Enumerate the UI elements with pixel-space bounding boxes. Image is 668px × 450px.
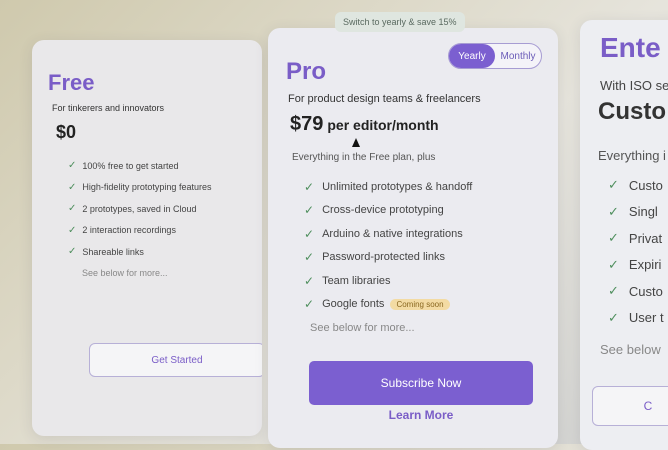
free-feature-list: ✓ 100% free to get started ✓ High-fidelity… [68, 155, 211, 263]
feature-item: ✓ 2 prototypes, saved in Cloud [68, 203, 197, 215]
free-plan-price: $0 [56, 122, 77, 142]
coming-soon-badge: Coming soon [390, 298, 450, 310]
enterprise-plan-price: Custo [598, 98, 666, 125]
enterprise-plan-tagline: With ISO se [600, 78, 668, 93]
check-icon: ✓ [68, 181, 77, 193]
mouse-cursor-icon [352, 138, 360, 147]
pro-plan-card: Pro Yearly Monthly For product design te… [268, 28, 558, 448]
enterprise-feature-list: ✓ Custo ✓ Singl ✓ Privat ✓ Expiri ✓ Custo ✓ Us… [608, 172, 664, 331]
feature-item: ✓ High-fidelity prototyping features [68, 181, 212, 193]
check-icon: ✓ [304, 179, 315, 194]
pro-plan-intro: Everything in the Free plan, plus [292, 152, 436, 163]
free-plan-title: Free [48, 70, 95, 95]
feature-item: ✓ Arduino & native integrations [304, 226, 463, 241]
feature-item: ✓ Privat [608, 230, 663, 246]
enterprise-see-more-link[interactable]: See below [600, 342, 661, 357]
check-icon: ✓ [608, 256, 619, 272]
pro-feature-list: ✓ Unlimited prototypes & handoff ✓ Cross-d… [304, 175, 472, 316]
enterprise-contact-button[interactable]: C [592, 386, 668, 426]
enterprise-plan-card: Ente With ISO se Custo Everything i ✓ Cus… [580, 20, 668, 450]
feature-item: ✓ Expiri [608, 256, 662, 273]
check-icon: ✓ [608, 177, 619, 193]
pro-price-amount: $79 [290, 113, 324, 135]
check-icon: ✓ [304, 250, 315, 265]
check-icon: ✓ [304, 226, 315, 241]
subscribe-now-button[interactable]: Subscribe Now [309, 361, 533, 405]
pro-see-more-link[interactable]: See below for more... [310, 322, 415, 334]
check-icon: ✓ [304, 297, 315, 312]
free-plan-tagline: For tinkerers and innovators [52, 103, 165, 113]
check-icon: ✓ [608, 230, 619, 246]
check-icon: ✓ [68, 160, 77, 172]
billing-period-toggle[interactable]: Yearly Monthly [448, 43, 542, 69]
pro-price-unit: per editor/month [327, 117, 439, 133]
check-icon: ✓ [608, 283, 619, 299]
pro-plan-title: Pro [286, 58, 327, 85]
feature-item: ✓ Cross-device prototyping [304, 203, 444, 218]
toggle-monthly[interactable]: Monthly [495, 44, 541, 68]
yearly-savings-note: Switch to yearly & save 15% [335, 12, 465, 32]
feature-item: ✓ Google fonts Coming soon [304, 293, 472, 317]
check-icon: ✓ [68, 224, 77, 236]
check-icon: ✓ [608, 203, 619, 219]
enterprise-plan-title: Ente [600, 32, 661, 63]
get-started-button[interactable]: Get Started [89, 343, 262, 377]
feature-item: ✓ Singl [608, 203, 658, 220]
free-see-more-link[interactable]: See below for more... [82, 268, 168, 278]
feature-item: ✓ Shareable links [68, 246, 144, 258]
feature-item: ✓ 100% free to get started [68, 160, 179, 172]
feature-item: ✓ Custo [608, 177, 663, 193]
feature-item: ✓ Custo [608, 283, 663, 299]
pro-plan-price: $79 per editor/month [290, 113, 439, 136]
toggle-yearly[interactable]: Yearly [449, 44, 495, 68]
check-icon: ✓ [608, 309, 619, 325]
free-plan-card: Free For tinkerers and innovators $0 ✓ 10… [32, 40, 262, 436]
feature-item: ✓ Password-protected links [304, 250, 445, 265]
pro-plan-tagline: For product design teams & freelancers [288, 93, 481, 105]
feature-item: ✓ 2 interaction recordings [68, 224, 176, 236]
check-icon: ✓ [68, 246, 77, 258]
feature-item: ✓ User t [608, 309, 664, 326]
check-icon: ✓ [304, 203, 315, 218]
learn-more-link[interactable]: Learn More [309, 404, 533, 426]
feature-item: ✓ Unlimited prototypes & handoff [304, 179, 473, 194]
check-icon: ✓ [304, 273, 315, 288]
check-icon: ✓ [68, 203, 77, 215]
enterprise-plan-intro: Everything i [598, 148, 666, 163]
feature-item: ✓ Team libraries [304, 273, 391, 288]
